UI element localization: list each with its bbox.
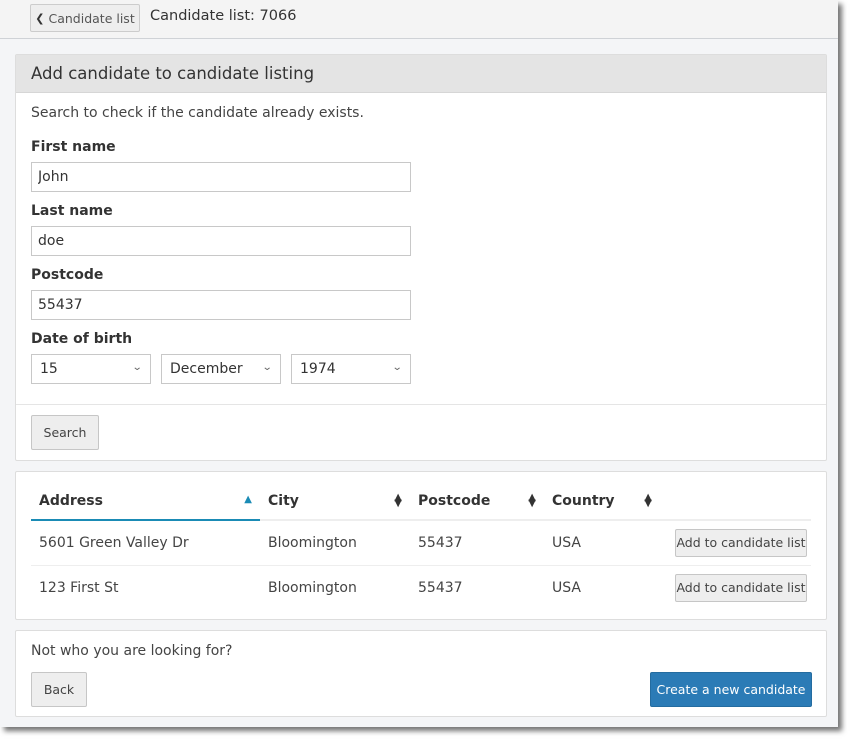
- chevron-down-icon: ⌄: [131, 362, 143, 373]
- last-name-label: Last name: [31, 203, 113, 219]
- sort-ascending-icon: ▲: [244, 494, 252, 505]
- search-intro-text: Search to check if the candidate already…: [31, 105, 364, 121]
- dob-day-select[interactable]: 15 ⌄: [31, 354, 151, 384]
- sort-icon: ▲ ▼: [644, 492, 652, 509]
- first-name-input[interactable]: [31, 162, 411, 192]
- date-of-birth-label: Date of birth: [31, 331, 133, 347]
- add-to-candidate-list-button[interactable]: Add to candidate list: [675, 573, 807, 602]
- column-header-postcode[interactable]: Postcode ▲ ▼: [410, 482, 544, 521]
- cell-postcode: 55437: [410, 520, 544, 566]
- results-table: Address ▲ City ▲ ▼ Postcode ▲ ▼ Country ▲ ▼: [31, 482, 811, 610]
- dob-year-select[interactable]: 1974 ⌄: [291, 354, 411, 384]
- panel-heading: Add candidate to candidate listing: [16, 55, 826, 93]
- top-bar: ❮ Candidate list Candidate list: 7066: [0, 0, 838, 39]
- dob-day-value: 15: [40, 361, 58, 377]
- dob-year-value: 1974: [300, 361, 336, 377]
- divider: [16, 404, 826, 405]
- column-header-actions: [660, 482, 811, 521]
- cell-action: Add to candidate list: [660, 565, 811, 610]
- page-title: Candidate list: 7066: [150, 8, 297, 24]
- cell-address: 5601 Green Valley Dr: [31, 520, 260, 566]
- cell-country: USA: [544, 520, 660, 566]
- cell-country: USA: [552, 579, 581, 596]
- postcode-label: Postcode: [31, 267, 104, 283]
- candidate-list-back-button[interactable]: ❮ Candidate list: [30, 4, 140, 32]
- search-panel: Add candidate to candidate listing Searc…: [15, 54, 827, 461]
- last-name-input[interactable]: [31, 226, 411, 256]
- cell-action: Add to candidate list: [660, 520, 811, 566]
- chevron-down-icon: ⌄: [391, 362, 403, 373]
- column-header-city[interactable]: City ▲ ▼: [260, 482, 410, 521]
- postcode-input[interactable]: [31, 290, 411, 320]
- cell-city: Bloomington: [260, 520, 410, 566]
- table-row: 5601 Green Valley Dr Bloomington 55437 U…: [31, 520, 811, 566]
- column-header-country[interactable]: Country ▲ ▼: [544, 482, 660, 521]
- table-row: 123 First St Bloomington 55437 USA Add t…: [31, 565, 811, 610]
- not-found-prompt: Not who you are looking for?: [31, 643, 233, 659]
- column-header-label: Country: [552, 492, 615, 509]
- dob-month-value: December: [170, 361, 243, 377]
- first-name-label: First name: [31, 139, 116, 155]
- sort-icon: ▲ ▼: [528, 492, 536, 509]
- back-button[interactable]: Back: [31, 672, 87, 707]
- results-panel: Address ▲ City ▲ ▼ Postcode ▲ ▼ Country ▲ ▼: [15, 471, 827, 620]
- add-to-candidate-list-button[interactable]: Add to candidate list: [675, 528, 807, 557]
- cell-city: Bloomington: [268, 579, 357, 596]
- cell-postcode: 55437: [418, 579, 463, 596]
- column-header-label: City: [268, 492, 299, 509]
- sort-icon: ▲ ▼: [394, 492, 402, 509]
- chevron-down-icon: ⌄: [261, 362, 273, 373]
- dob-month-select[interactable]: December ⌄: [161, 354, 281, 384]
- cell-address: 123 First St: [39, 579, 119, 596]
- column-header-address[interactable]: Address ▲: [31, 482, 260, 521]
- not-found-panel: Not who you are looking for? Back Create…: [15, 630, 827, 717]
- create-new-candidate-button[interactable]: Create a new candidate: [650, 672, 812, 707]
- app-window: ❮ Candidate list Candidate list: 7066 Ad…: [0, 0, 838, 727]
- table-header-row: Address ▲ City ▲ ▼ Postcode ▲ ▼ Country ▲ ▼: [31, 482, 811, 521]
- back-link-label: Candidate list: [48, 10, 135, 26]
- column-header-label: Address: [39, 492, 103, 509]
- column-header-label: Postcode: [418, 492, 491, 509]
- chevron-left-icon: ❮: [35, 11, 45, 25]
- search-button[interactable]: Search: [31, 415, 99, 450]
